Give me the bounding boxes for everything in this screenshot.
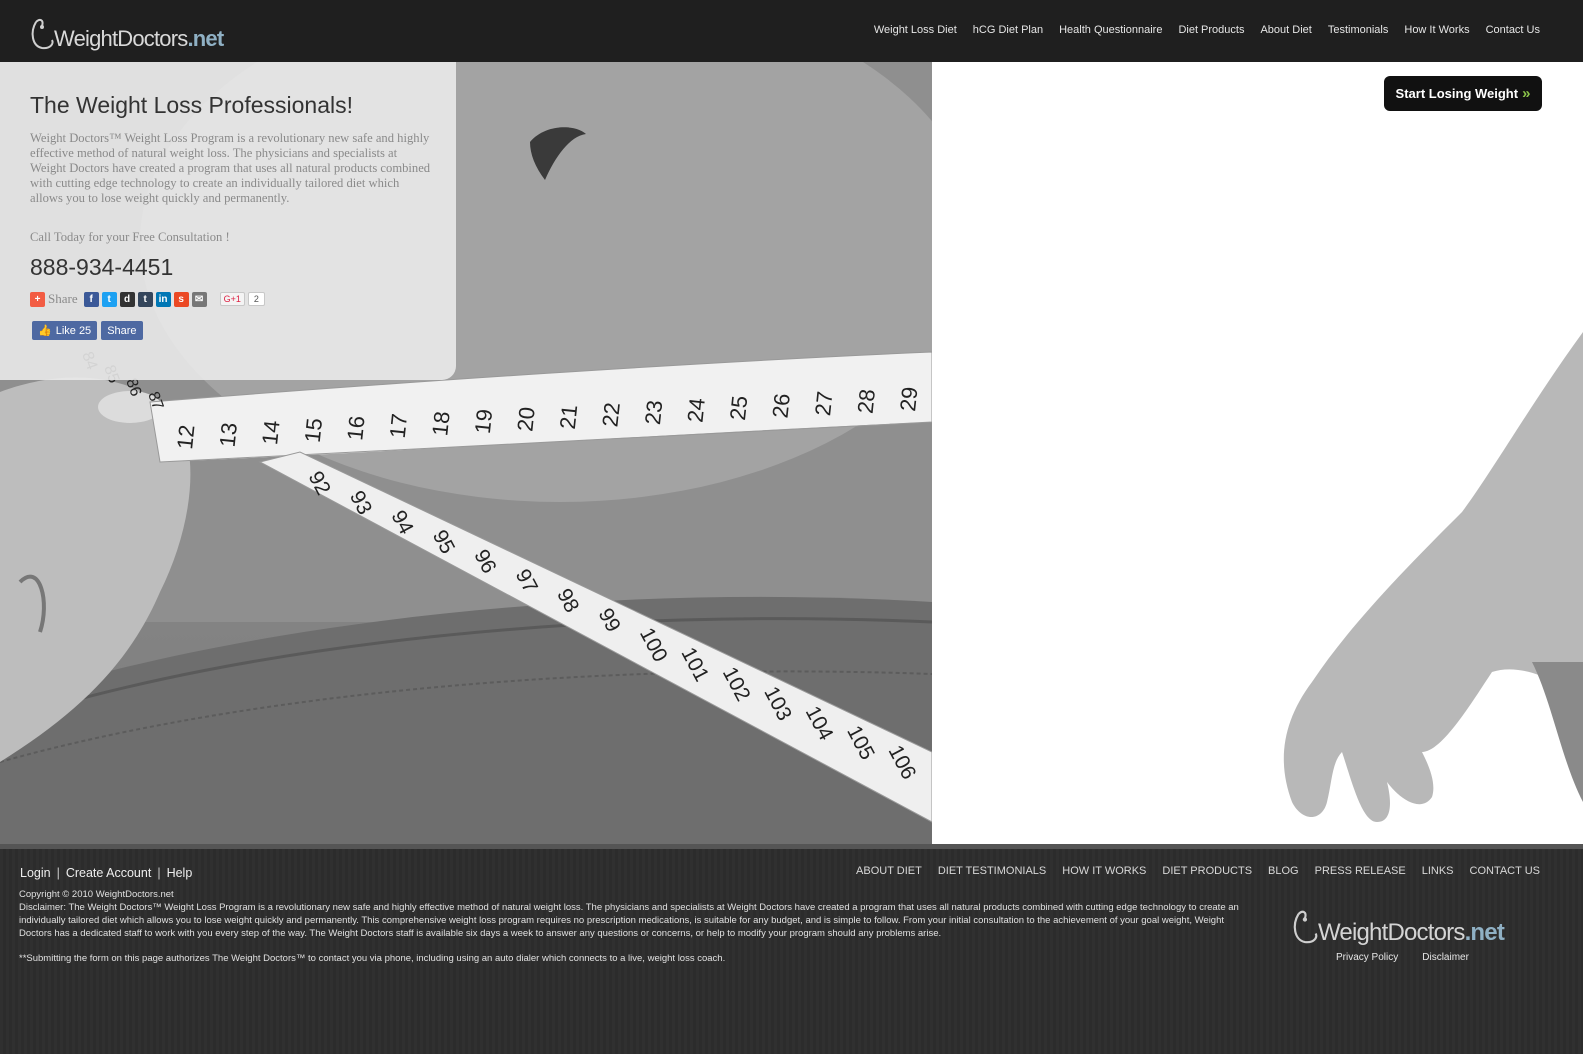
plus-icon[interactable]: + (30, 291, 45, 307)
hero-right-panel (932, 62, 1583, 844)
tape-number: 19 (470, 408, 497, 435)
cta-label: Start Losing Weight (1395, 86, 1519, 101)
main-nav: Weight Loss Diet hCG Diet Plan Health Qu… (874, 24, 1540, 36)
help-link[interactable]: Help (167, 866, 193, 880)
disclaimer-text: Disclaimer: The Weight Doctors™ Weight L… (19, 902, 1239, 939)
copyright-text: Copyright © 2010 WeightDoctors.net (19, 889, 174, 900)
consultation-text: Call Today for your Free Consultation ! (30, 230, 230, 244)
facebook-buttons: 👍 Like 25 Share (32, 321, 143, 340)
facebook-share-button[interactable]: Share (101, 321, 143, 340)
thumbs-up-icon: 👍 (38, 325, 52, 337)
start-losing-weight-button[interactable]: Start Losing Weight » (1384, 76, 1542, 111)
footer-nav-contact-us[interactable]: CONTACT US (1470, 865, 1541, 877)
tape-number: 29 (895, 386, 922, 413)
twitter-icon[interactable]: t (101, 291, 117, 307)
page-title: The Weight Loss Professionals! (30, 92, 354, 118)
tape-number: 20 (512, 406, 539, 433)
legal-links: Privacy Policy Disclaimer (1336, 952, 1469, 963)
footer-nav-blog[interactable]: BLOG (1268, 865, 1299, 877)
footer-nav-press-release[interactable]: PRESS RELEASE (1315, 865, 1406, 877)
double-chevron-right-icon: » (1522, 85, 1531, 102)
login-link[interactable]: Login (20, 866, 51, 880)
nav-hcg-diet-plan[interactable]: hCG Diet Plan (973, 24, 1043, 36)
linkedin-icon[interactable]: in (155, 291, 171, 307)
site-footer: Login | Create Account | Help ABOUT DIET… (0, 844, 1583, 1054)
disclaimer-link[interactable]: Disclaimer (1422, 952, 1469, 963)
nav-health-questionnaire[interactable]: Health Questionnaire (1059, 24, 1162, 36)
share-bar: + Share f t d t in s ✉ G+1 2 (30, 291, 265, 307)
form-authorization-note: **Submitting the form on this page autho… (19, 953, 726, 964)
nav-how-it-works[interactable]: How It Works (1404, 24, 1469, 36)
footer-divider (0, 844, 1583, 849)
share-label[interactable]: Share (48, 291, 78, 307)
footer-nav-links[interactable]: LINKS (1422, 865, 1454, 877)
tape-number: 26 (768, 392, 795, 419)
stumbleupon-icon[interactable]: s (173, 291, 189, 307)
tape-number: 14 (257, 419, 284, 446)
footer-nav-about-diet[interactable]: ABOUT DIET (856, 865, 922, 877)
nav-diet-products[interactable]: Diet Products (1178, 24, 1244, 36)
footer-nav-diet-testimonials[interactable]: DIET TESTIMONIALS (938, 865, 1046, 877)
nav-testimonials[interactable]: Testimonials (1328, 24, 1389, 36)
nav-about-diet[interactable]: About Diet (1260, 24, 1311, 36)
facebook-icon[interactable]: f (83, 291, 99, 307)
tape-number: 15 (300, 417, 327, 444)
hand-on-hip-image (1283, 332, 1583, 822)
tape-number: 25 (725, 395, 752, 422)
separator: | (56, 866, 60, 880)
logo-suffix: .net (187, 26, 224, 51)
footer-nav-how-it-works[interactable]: HOW IT WORKS (1062, 865, 1146, 877)
tape-number: 17 (385, 412, 412, 439)
account-links: Login | Create Account | Help (20, 866, 192, 880)
site-header: WeightDoctors .net Weight Loss Diet hCG D… (0, 0, 1583, 62)
tape-number: 28 (853, 388, 880, 415)
tape-number: 18 (427, 410, 454, 437)
facebook-like-button[interactable]: 👍 Like 25 (32, 321, 98, 340)
intro-description: Weight Doctors™ Weight Loss Program is a… (30, 131, 431, 205)
tape-number: 21 (555, 403, 582, 430)
logo-suffix: .net (1464, 919, 1505, 946)
footer-logo[interactable]: WeightDoctors .net (1292, 907, 1505, 947)
tape-number: 27 (810, 390, 837, 417)
tumblr-icon[interactable]: t (137, 291, 153, 307)
tape-number: 22 (597, 401, 624, 428)
nav-contact-us[interactable]: Contact Us (1486, 24, 1540, 36)
tape-number: 13 (215, 421, 242, 448)
stethoscope-logo-icon (31, 18, 54, 50)
privacy-policy-link[interactable]: Privacy Policy (1336, 952, 1398, 963)
create-account-link[interactable]: Create Account (66, 866, 151, 880)
google-plus-count: 2 (247, 292, 265, 306)
nav-weight-loss-diet[interactable]: Weight Loss Diet (874, 24, 957, 36)
footer-nav-diet-products[interactable]: DIET PRODUCTS (1162, 865, 1252, 877)
logo-text: WeightDoctors (1318, 919, 1465, 946)
tape-number: 16 (342, 415, 369, 442)
tape-number: 12 (172, 424, 199, 451)
phone-number[interactable]: 888-934-4451 (30, 254, 173, 281)
separator: | (157, 866, 161, 880)
tape-number: 24 (682, 397, 709, 424)
logo-text: WeightDoctors (54, 26, 188, 51)
email-icon[interactable]: ✉ (191, 291, 207, 307)
facebook-like-label: Like 25 (55, 324, 92, 337)
digg-icon[interactable]: d (119, 291, 135, 307)
stethoscope-logo-icon (1293, 910, 1318, 944)
tape-number: 23 (640, 399, 667, 426)
google-plus-button[interactable]: G+1 (219, 292, 245, 306)
intro-panel: The Weight Loss Professionals! Weight Do… (0, 62, 456, 380)
footer-nav: ABOUT DIET DIET TESTIMONIALS HOW IT WORK… (856, 865, 1540, 877)
site-logo[interactable]: WeightDoctors .net (30, 12, 224, 52)
